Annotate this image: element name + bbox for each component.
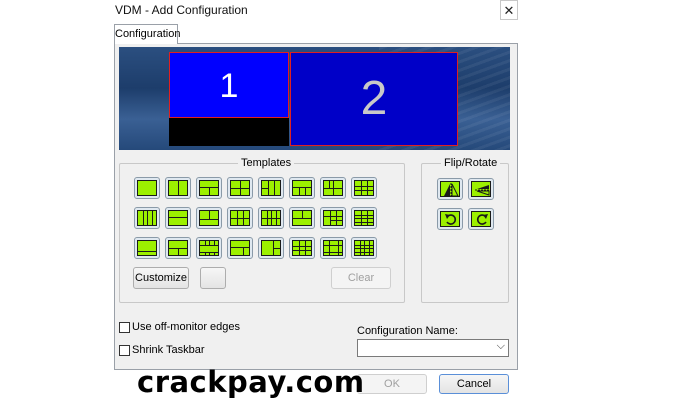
template-t-split-icon <box>199 180 219 196</box>
rotate-counterclockwise-button[interactable] <box>468 208 494 230</box>
off-monitor-edges-checkbox[interactable] <box>119 322 130 333</box>
template-strip-top-button[interactable] <box>196 237 222 259</box>
template-top-1-bottom-3-icon <box>292 180 312 196</box>
off-monitor-edges-label: Use off-monitor edges <box>132 321 241 333</box>
template-strip-top-icon <box>199 240 219 256</box>
template-bottom-wide-top-2-button[interactable] <box>196 207 222 229</box>
monitor-2[interactable]: 2 <box>290 52 458 146</box>
template-t-split-button[interactable] <box>196 177 222 199</box>
template-quad-plus-button[interactable] <box>320 177 346 199</box>
customize-button[interactable]: Customize <box>133 267 189 289</box>
template-bottom-band-button[interactable] <box>134 237 160 259</box>
template-center-box-button[interactable] <box>165 237 191 259</box>
template-cols-3-rows-icon <box>261 210 281 226</box>
clear-button[interactable]: Clear <box>331 267 391 289</box>
flip-vertical-button[interactable] <box>468 178 494 200</box>
cancel-button[interactable]: Cancel <box>439 374 509 394</box>
template-grid-3x2-icon <box>230 210 250 226</box>
template-quad-icon <box>230 180 250 196</box>
template-big-bottom-button[interactable] <box>227 237 253 259</box>
template-bottom-wide-top-2-icon <box>199 210 219 226</box>
blank-button[interactable] <box>200 267 226 289</box>
tab-configuration[interactable]: Configuration <box>114 24 180 44</box>
window-title: VDM - Add Configuration <box>115 3 248 17</box>
template-cols-4-icon <box>137 210 157 226</box>
template-grid-3x3-button[interactable] <box>351 177 377 199</box>
flip-rotate-group <box>421 163 509 303</box>
flip-horizontal-icon <box>444 183 459 197</box>
template-big-bottom-icon <box>230 240 250 256</box>
monitor-2-number: 2 <box>360 72 388 125</box>
template-grid-4x4-button[interactable] <box>351 237 377 259</box>
template-quad-plus-icon <box>323 180 343 196</box>
template-grid-mixed-button[interactable] <box>320 207 346 229</box>
template-half-v-icon <box>168 180 188 196</box>
template-quad-button[interactable] <box>227 177 253 199</box>
monitor-1-offscreen-area <box>169 118 289 146</box>
flip-vertical-icon <box>475 185 490 196</box>
template-big-left-button[interactable] <box>258 237 284 259</box>
template-grid-4x4-icon <box>354 240 374 256</box>
template-bottom-band-icon <box>137 240 157 256</box>
flip-rotate-label: Flip/Rotate <box>441 157 501 169</box>
template-top-wide-bottom-2-button[interactable] <box>165 207 191 229</box>
ok-button[interactable]: OK <box>357 374 427 394</box>
flip-horizontal-button[interactable] <box>437 178 463 200</box>
template-cols-4-ish-button[interactable] <box>258 177 284 199</box>
template-grid-3x3b-button[interactable] <box>351 207 377 229</box>
shrink-taskbar-label: Shrink Taskbar <box>132 344 205 356</box>
template-cols-4-button[interactable] <box>134 207 160 229</box>
config-name-label: Configuration Name: <box>357 325 458 337</box>
rotate-clockwise-icon <box>445 214 457 225</box>
config-name-combobox[interactable]: ⌵ <box>357 339 509 357</box>
template-half-v-button[interactable] <box>165 177 191 199</box>
shrink-taskbar-checkbox[interactable] <box>119 345 130 356</box>
rotate-counterclockwise-icon <box>476 214 488 225</box>
template-quad-center-icon <box>292 240 312 256</box>
template-frame-icon <box>323 240 343 256</box>
templates-label: Templates <box>238 157 295 169</box>
template-grid-mixed-icon <box>323 210 343 226</box>
template-top-split-bottom-button[interactable] <box>289 207 315 229</box>
watermark-text: crackpay.com <box>137 365 365 399</box>
monitor-1-number: 1 <box>219 67 239 105</box>
template-frame-button[interactable] <box>320 237 346 259</box>
template-grid-3x3b-icon <box>354 210 374 226</box>
template-grid-3x3-icon <box>354 180 374 196</box>
template-cols-3-rows-button[interactable] <box>258 207 284 229</box>
close-icon: ✕ <box>503 3 515 18</box>
rotate-clockwise-button[interactable] <box>437 208 463 230</box>
template-top-1-bottom-3-button[interactable] <box>289 177 315 199</box>
template-full-button[interactable] <box>134 177 160 199</box>
template-center-box-icon <box>168 240 188 256</box>
template-quad-center-button[interactable] <box>289 237 315 259</box>
monitor-1[interactable]: 1 <box>169 52 289 118</box>
template-big-left-icon <box>261 240 281 256</box>
template-top-split-bottom-icon <box>292 210 312 226</box>
template-full-icon <box>137 180 157 196</box>
close-button[interactable]: ✕ <box>500 0 518 20</box>
template-top-wide-bottom-2-icon <box>168 210 188 226</box>
template-grid-3x2-button[interactable] <box>227 207 253 229</box>
template-cols-4-ish-icon <box>261 180 281 196</box>
chevron-down-icon: ⌵ <box>496 340 505 352</box>
